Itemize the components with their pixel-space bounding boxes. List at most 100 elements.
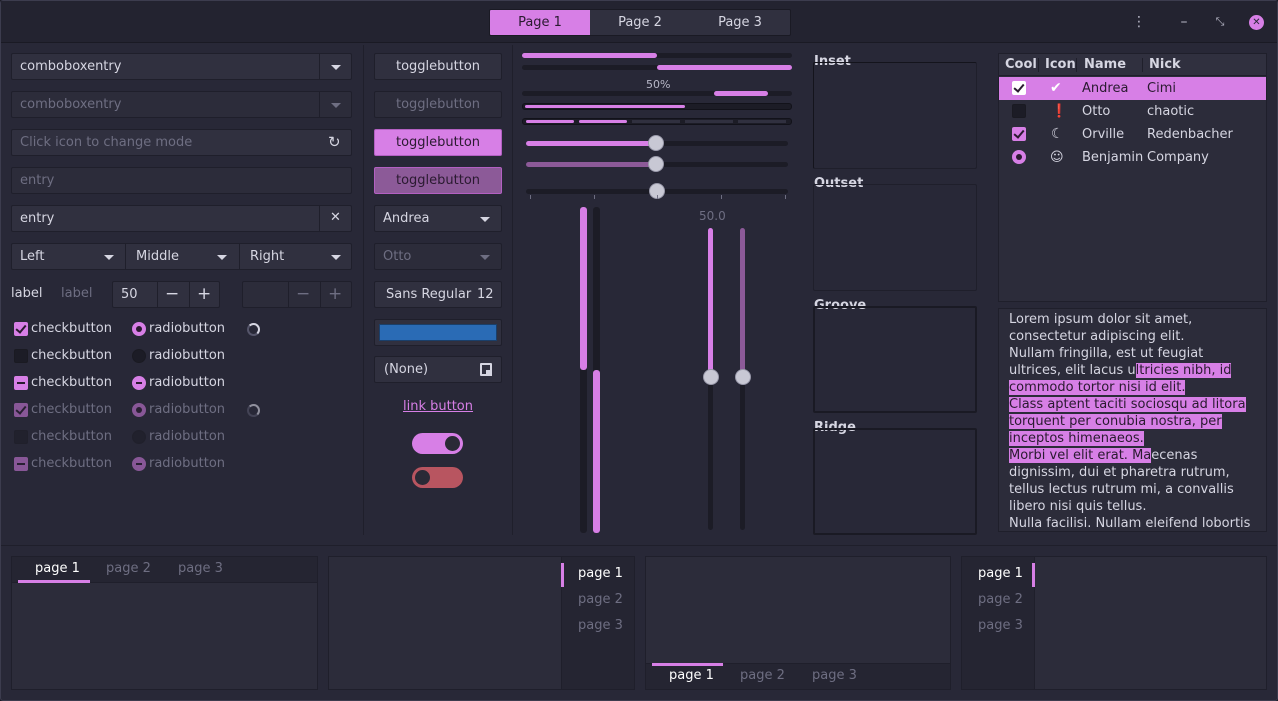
column-header-nick[interactable]: Nick	[1149, 54, 1181, 76]
checkbox-mixed[interactable]	[14, 376, 28, 390]
scale-handle	[648, 156, 664, 172]
text-paragraph[interactable]: Nullam fringilla, est ut feugiat ultrice…	[1009, 345, 1259, 396]
tab-page-2[interactable]: page 2	[978, 592, 1023, 608]
combobox-entry-text[interactable]: comboboxentry	[20, 54, 121, 80]
tab-page-2[interactable]: page 2	[578, 592, 623, 608]
chevron-down-icon[interactable]	[217, 255, 227, 260]
chevron-down-icon[interactable]	[331, 255, 341, 260]
tab-page-1[interactable]: page 1	[978, 566, 1023, 582]
text-view[interactable]: Lorem ipsum dolor sit amet, consectetur …	[998, 308, 1267, 532]
checkbox-checked[interactable]	[14, 322, 28, 336]
tab-page-1[interactable]: page 1	[578, 566, 623, 582]
row-checkbox[interactable]	[1012, 127, 1026, 141]
tree-row[interactable]: ☺ Benjamin Company	[999, 146, 1266, 169]
tree-row[interactable]: ✔ Andrea Cimi	[999, 77, 1266, 100]
clear-icon[interactable]: ✕	[330, 210, 341, 225]
file-chooser-button[interactable]: (None)	[374, 356, 502, 383]
color-button[interactable]	[374, 319, 502, 346]
close-icon[interactable]: ✕	[1249, 15, 1264, 30]
radio-mixed[interactable]	[132, 376, 146, 390]
scale-handle[interactable]	[703, 369, 719, 385]
row-nick[interactable]: chaotic	[1147, 100, 1194, 123]
radiobutton-label[interactable]: radiobutton	[149, 375, 225, 391]
row-checkbox[interactable]	[1012, 104, 1026, 118]
spin-value[interactable]: 50	[121, 282, 138, 308]
row-name[interactable]: Orville	[1082, 123, 1124, 146]
combo-value: Otto	[383, 249, 412, 264]
text-selection[interactable]: Class aptent taciti sociosqu ad litora t…	[1009, 397, 1246, 446]
tab-page-2[interactable]: page 2	[106, 561, 151, 577]
row-nick[interactable]: Cimi	[1147, 77, 1176, 100]
radio-unchecked[interactable]	[132, 349, 146, 363]
text-paragraph[interactable]: Lorem ipsum dolor sit amet, consectetur …	[1009, 311, 1259, 345]
text-paragraph[interactable]: Class aptent taciti sociosqu ad litora t…	[1009, 396, 1259, 447]
vertical-dots-icon[interactable]: ⋮	[1130, 13, 1148, 31]
text-selection[interactable]: Morbi vel elit erat. Ma	[1009, 448, 1152, 463]
file-chooser-label[interactable]: (None)	[384, 357, 428, 383]
font-name[interactable]: Sans Regular	[386, 282, 471, 308]
row-radio[interactable]	[1012, 150, 1026, 164]
combo-value[interactable]: Andrea	[383, 206, 429, 232]
stack-tab-page-3[interactable]: Page 3	[690, 10, 790, 35]
row-name[interactable]: Andrea	[1082, 77, 1128, 100]
tree-row[interactable]: ☾ Orville Redenbacher	[999, 123, 1266, 146]
combo-left[interactable]: Left	[20, 244, 44, 270]
divider	[288, 282, 289, 307]
checkbutton-label[interactable]: checkbutton	[31, 348, 112, 364]
chevron-down-icon[interactable]	[104, 255, 114, 260]
stack-tab-page-1[interactable]: Page 1	[490, 10, 590, 35]
column-header-cool[interactable]: Cool	[1005, 54, 1037, 76]
chevron-down-icon[interactable]	[480, 217, 490, 222]
switch-on[interactable]	[412, 433, 463, 454]
tree-row[interactable]: ❗ Otto chaotic	[999, 100, 1266, 123]
font-button[interactable]: Sans Regular 12	[374, 281, 502, 308]
switch-off[interactable]	[412, 467, 463, 488]
combo-andrea[interactable]: Andrea	[374, 205, 502, 232]
text-paragraph[interactable]: Morbi vel elit erat. Maecenas dignissim,…	[1009, 447, 1259, 515]
tab-page-3[interactable]: page 3	[178, 561, 223, 577]
entry-value[interactable]: entry	[20, 206, 54, 232]
minimize-icon[interactable]: –	[1175, 13, 1193, 31]
scale-handle[interactable]	[648, 135, 664, 151]
maximize-icon[interactable]: ⤡	[1211, 13, 1229, 31]
combo-middle[interactable]: Middle	[136, 244, 179, 270]
tab-page-3[interactable]: page 3	[812, 668, 857, 684]
toggle-button[interactable]: togglebutton	[374, 53, 502, 80]
tab-page-3[interactable]: page 3	[978, 618, 1023, 634]
font-size[interactable]: 12	[477, 282, 494, 308]
radio-checked[interactable]	[132, 322, 146, 336]
chevron-down-icon[interactable]	[331, 65, 341, 70]
spin-button[interactable]: 50 − +	[112, 281, 220, 308]
alert-circle-icon: ❗	[1051, 104, 1068, 119]
combobox-entry[interactable]: comboboxentry	[11, 53, 352, 80]
row-checkbox[interactable]	[1012, 81, 1026, 95]
tab-page-3[interactable]: page 3	[578, 618, 623, 634]
radiobutton-label[interactable]: radiobutton	[149, 321, 225, 337]
refresh-icon[interactable]: ↻	[328, 133, 341, 151]
minus-icon[interactable]: −	[165, 284, 179, 304]
text-paragraph[interactable]: Nulla facilisi. Nullam eleifend lobortis	[1009, 515, 1259, 531]
tab-page-2[interactable]: page 2	[740, 668, 785, 684]
row-nick[interactable]: Redenbacher	[1147, 123, 1233, 146]
checkbutton-label[interactable]: checkbutton	[31, 375, 112, 391]
tab-page-1[interactable]: page 1	[35, 561, 80, 577]
entry-field[interactable]: entry ✕	[11, 205, 352, 232]
row-name[interactable]: Benjamin	[1082, 146, 1143, 169]
scale-fill	[526, 162, 656, 167]
link-button[interactable]: link button	[403, 399, 473, 415]
checkbox-unchecked[interactable]	[14, 349, 28, 363]
row-name[interactable]: Otto	[1082, 100, 1110, 123]
mode-entry[interactable]: Click icon to change mode ↻	[11, 129, 352, 156]
column-header-icon[interactable]: Icon	[1045, 54, 1076, 76]
plus-icon[interactable]: +	[197, 284, 211, 304]
mode-entry-placeholder[interactable]: Click icon to change mode	[20, 130, 192, 156]
stack-tab-page-2[interactable]: Page 2	[590, 10, 690, 35]
toggle-button-active[interactable]: togglebutton	[374, 129, 502, 156]
tab-page-1[interactable]: page 1	[669, 668, 714, 684]
radiobutton-label[interactable]: radiobutton	[149, 348, 225, 364]
checkbutton-label[interactable]: checkbutton	[31, 321, 112, 337]
combo-right[interactable]: Right	[250, 244, 284, 270]
header-bar: Page 1 Page 2 Page 3 ⋮ – ⤡ ✕	[1, 1, 1277, 43]
row-nick[interactable]: Company	[1147, 146, 1209, 169]
column-header-name[interactable]: Name	[1084, 54, 1126, 76]
